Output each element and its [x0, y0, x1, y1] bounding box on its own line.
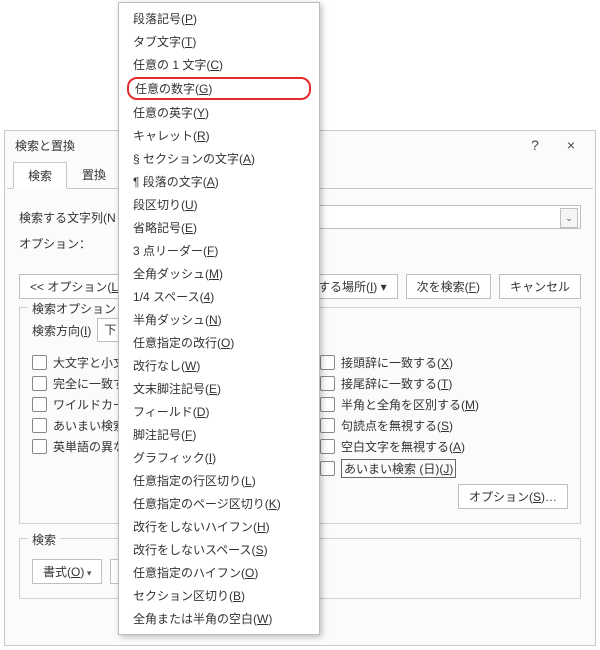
mi-em-dash[interactable]: 全角ダッシュ(M)	[119, 262, 319, 285]
mi-section-char[interactable]: § セクションの文字(A)	[119, 147, 319, 170]
chk-prefix[interactable]: 接頭辞に一致する(X)	[320, 354, 568, 371]
mi-endnote-mark[interactable]: 文末脚注記号(E)	[119, 377, 319, 400]
mi-paragraph-mark[interactable]: 段落記号(P)	[119, 7, 319, 30]
tab-search[interactable]: 検索	[13, 162, 67, 189]
less-options-button[interactable]: << オプション(L)	[19, 274, 133, 299]
special-char-menu: 段落記号(P) タブ文字(T) 任意の 1 文字(C) 任意の数字(G) 任意の…	[118, 2, 320, 635]
mi-three-dot-leader[interactable]: 3 点リーダー(F)	[119, 239, 319, 262]
mi-manual-line-break[interactable]: 任意指定の行区切り(L)	[119, 469, 319, 492]
mi-nonbreak-space[interactable]: 改行をしないスペース(S)	[119, 538, 319, 561]
mi-nonbreak-hyphen[interactable]: 改行をしないハイフン(H)	[119, 515, 319, 538]
tab-replace-label: 置換	[82, 168, 106, 182]
options-label: オプション：	[19, 235, 91, 252]
mi-quarter-space[interactable]: 1/4 スペース(4)	[119, 285, 319, 308]
search-string-dropdown-icon[interactable]: ⌄	[560, 208, 578, 228]
mi-graphic[interactable]: グラフィック(I)	[119, 446, 319, 469]
mi-footnote-mark[interactable]: 脚注記号(F)	[119, 423, 319, 446]
mi-field[interactable]: フィールド(D)	[119, 400, 319, 423]
close-button[interactable]: ×	[553, 133, 589, 157]
mi-ellipsis[interactable]: 省略記号(E)	[119, 216, 319, 239]
direction-value: 下	[104, 323, 116, 337]
mi-any-char[interactable]: 任意の 1 文字(C)	[119, 53, 319, 76]
tab-replace[interactable]: 置換	[67, 161, 121, 188]
chk-fuzzy-jp[interactable]: あいまい検索 (日)(J)	[320, 459, 568, 478]
mi-tab-char[interactable]: タブ文字(T)	[119, 30, 319, 53]
chk-space[interactable]: 空白文字を無視する(A)	[320, 438, 568, 455]
mi-no-break[interactable]: 改行なし(W)	[119, 354, 319, 377]
mi-paragraph-char[interactable]: ¶ 段落の文字(A)	[119, 170, 319, 193]
tab-search-label: 検索	[28, 169, 52, 183]
help-button[interactable]: ?	[517, 133, 553, 157]
format-button[interactable]: 書式(O)	[32, 559, 102, 584]
mi-caret[interactable]: キャレット(R)	[119, 124, 319, 147]
dialog-title: 検索と置換	[15, 137, 75, 154]
mi-manual-page-break[interactable]: 任意指定のページ区切り(K)	[119, 492, 319, 515]
search-string-label: 検索する文字列(N	[19, 209, 116, 226]
right-check-col: 接頭辞に一致する(X) 接尾辞に一致する(T) 半角と全角を区別する(M) 句読…	[320, 350, 568, 509]
mi-optional-hyphen[interactable]: 任意指定のハイフン(O)	[119, 561, 319, 584]
chk-punct[interactable]: 句読点を無視する(S)	[320, 417, 568, 434]
mi-en-dash[interactable]: 半角ダッシュ(N)	[119, 308, 319, 331]
mi-section-break[interactable]: セクション区切り(B)	[119, 584, 319, 607]
mi-any-letter[interactable]: 任意の英字(Y)	[119, 101, 319, 124]
chk-suffix[interactable]: 接尾辞に一致する(T)	[320, 375, 568, 392]
mi-any-digit[interactable]: 任意の数字(G)	[127, 77, 311, 100]
direction-label: 検索方向(I)	[32, 322, 91, 339]
mi-white-space[interactable]: 全角または半角の空白(W)	[119, 607, 319, 630]
cancel-button[interactable]: キャンセル	[499, 274, 581, 299]
chk-width[interactable]: 半角と全角を区別する(M)	[320, 396, 568, 413]
fuzzy-options-button[interactable]: オプション(S)…	[458, 484, 568, 509]
find-next-button[interactable]: 次を検索(F)	[406, 274, 491, 299]
search-options-title: 検索オプション	[28, 300, 120, 317]
mi-optional-break[interactable]: 任意指定の改行(O)	[119, 331, 319, 354]
mi-column-break[interactable]: 段区切り(U)	[119, 193, 319, 216]
search-bottom-title: 検索	[28, 531, 60, 548]
